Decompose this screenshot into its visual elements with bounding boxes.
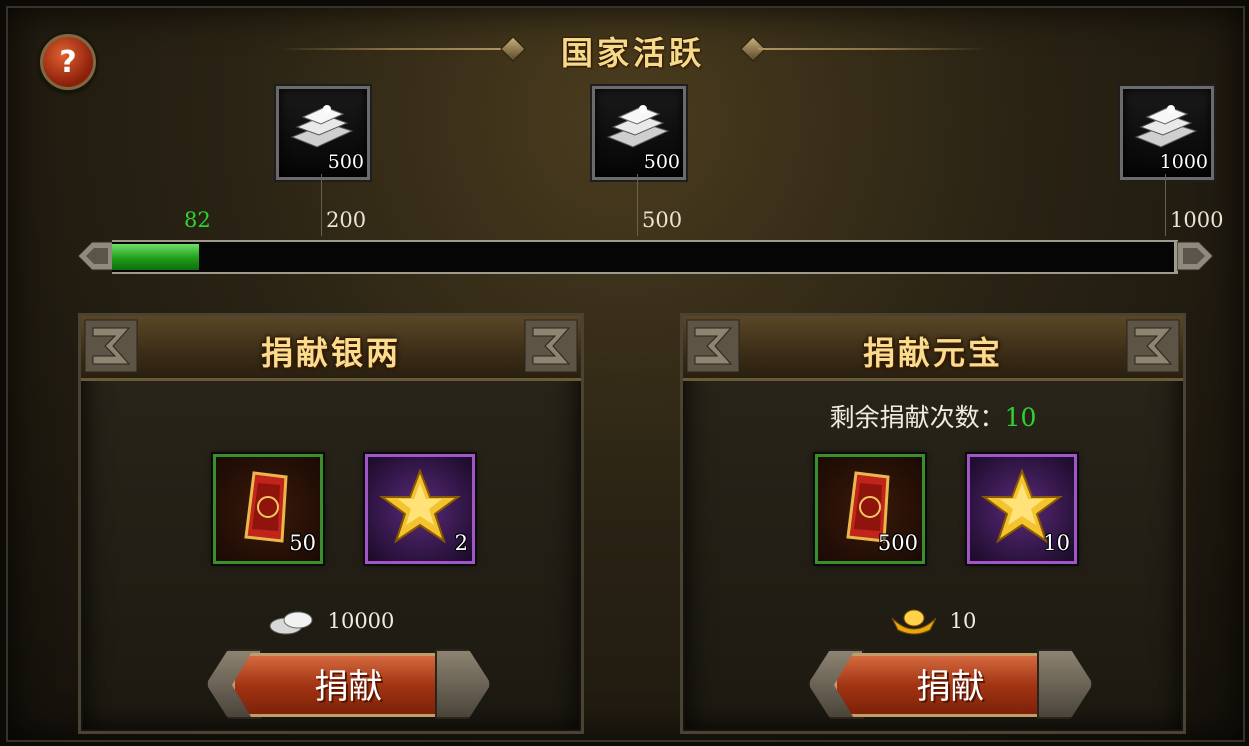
item-quantity: 500 [877,531,918,555]
milestone-reward-1[interactable]: 500 [276,86,370,180]
milestone-tick [637,174,638,236]
activity-reward-item[interactable]: 2 [365,454,475,564]
donate-silver-button[interactable]: 捐献 [206,649,491,719]
corner-ornament-icon [1126,319,1180,373]
silver-ingot-icon [606,105,670,148]
silver-icon [269,611,313,635]
reward-quantity: 500 [643,151,680,173]
progress-current-value: 82 [184,208,211,232]
prestige-reward-item[interactable]: 500 [815,454,925,564]
gold-ingot-icon [891,609,937,635]
panel-title: 捐献元宝 [862,334,1003,372]
prestige-reward-item[interactable]: 50 [213,454,323,564]
button-label: 捐献 [916,667,985,707]
title-ornament-left [500,36,526,62]
reward-quantity: 1000 [1159,151,1208,173]
progress-fill [112,244,199,270]
panel-header: 捐献银两 [81,316,581,381]
panel-title: 捐献银两 [260,334,401,372]
milestone-reward-3[interactable]: 1000 [1120,86,1214,180]
progress-track [112,240,1178,274]
reward-quantity: 500 [327,151,364,173]
remaining-donations: 剩余捐献次数：10 [683,398,1183,434]
help-button[interactable]: ? [40,34,96,90]
milestone-tick [1165,174,1166,236]
window-title-bar: 国家活跃 [278,30,988,72]
activity-reward-item[interactable]: 10 [967,454,1077,564]
milestone-tick [321,174,322,236]
silver-ingot-icon [290,105,354,148]
gold-donation-panel: 捐献元宝 剩余捐献次数：10 500 10 10 捐献 [680,313,1186,734]
activity-progress-bar [78,236,1213,276]
item-quantity: 10 [1043,531,1070,555]
button-label: 捐献 [314,667,383,707]
cost-amount: 10000 [327,609,395,633]
bar-cap-right-icon [1177,241,1213,271]
remaining-count: 10 [1004,403,1037,432]
help-icon: ? [59,44,77,80]
milestone-label-1: 200 [326,208,367,232]
silver-cost: 10000 [81,606,581,636]
remaining-label: 剩余捐献次数： [829,403,1005,432]
milestone-label-2: 500 [642,208,683,232]
gold-cost: 10 [683,606,1183,636]
activity-window: ? 国家活跃 500 500 1000 82 200 500 1000 捐献银两… [6,6,1245,742]
silver-ingot-icon [1134,105,1198,148]
title-divider-right [758,48,988,50]
cost-amount: 10 [949,609,977,633]
title-divider-left [278,48,508,50]
window-title: 国家活跃 [560,34,705,72]
activity-star-icon [378,468,462,544]
milestone-reward-2[interactable]: 500 [592,86,686,180]
item-quantity: 50 [289,531,316,555]
milestone-label-3: 1000 [1170,208,1224,232]
item-quantity: 2 [454,531,468,555]
silver-donation-panel: 捐献银两 50 2 10000 捐献 [78,313,584,734]
corner-ornament-icon [524,319,578,373]
panel-header: 捐献元宝 [683,316,1183,381]
bar-cap-left-icon [78,241,114,271]
donate-gold-button[interactable]: 捐献 [808,649,1093,719]
